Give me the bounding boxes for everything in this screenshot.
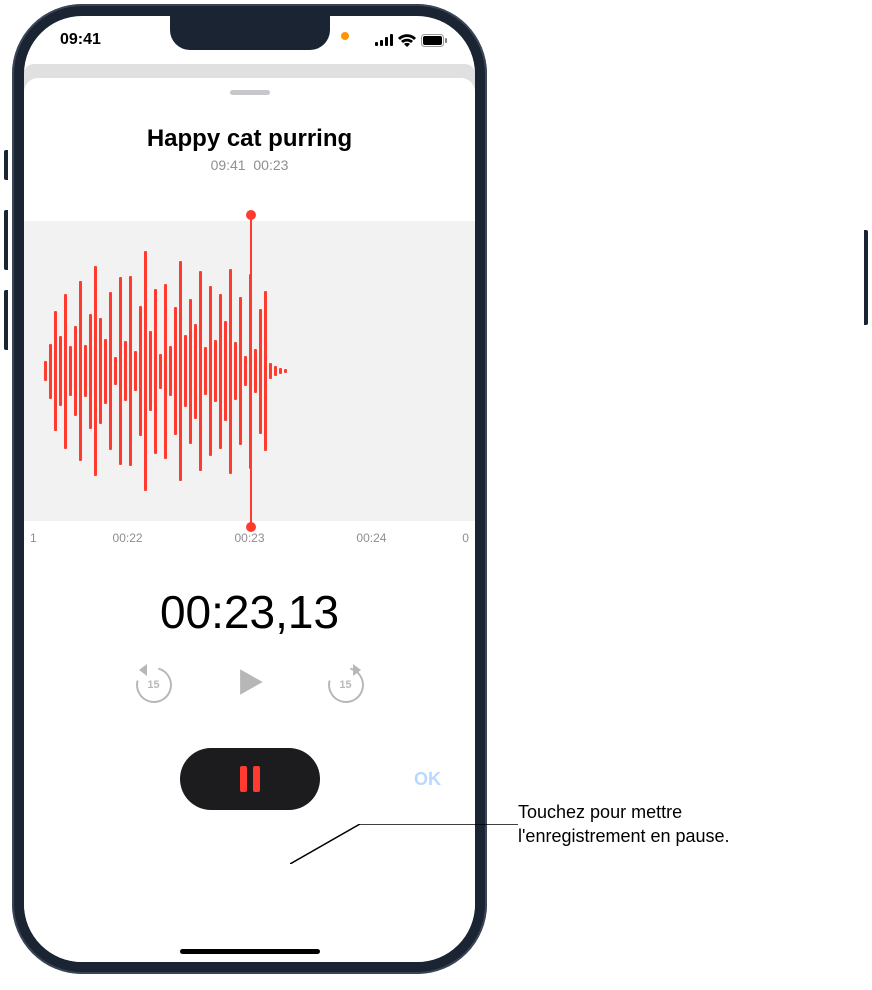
waveform-bar (164, 284, 167, 459)
waveform-bar (194, 324, 197, 419)
playhead[interactable] (250, 215, 252, 527)
recording-sheet: Happy cat purring 09:41 00:23 1 00:22 00… (24, 78, 475, 962)
recording-title[interactable]: Happy cat purring (147, 125, 352, 153)
skip-back-15-button[interactable]: 15 (135, 666, 173, 704)
waveform-bar (129, 276, 132, 466)
waveform-area[interactable] (24, 221, 475, 521)
waveform-bar (84, 345, 87, 397)
waveform-bar (154, 289, 157, 454)
waveform-bar (109, 292, 112, 450)
waveform-bar (44, 361, 47, 381)
sheet-grabber[interactable] (230, 90, 270, 95)
waveform-bar (94, 266, 97, 476)
waveform-bar (74, 326, 77, 416)
phone-screen: 09:41 Happy cat purring 09:41 00:23 1 00… (24, 16, 475, 962)
timeline-label: 0 (432, 531, 469, 545)
waveform-bar (149, 331, 152, 411)
status-right (375, 34, 447, 47)
cellular-icon (375, 34, 393, 46)
waveform-bar (274, 366, 277, 376)
status-time: 09:41 (60, 31, 101, 49)
waveform-bar (244, 356, 247, 386)
done-button[interactable]: OK (414, 769, 441, 790)
waveform-bar (264, 291, 267, 451)
waveform-bar (199, 271, 202, 471)
timeline-label: 00:24 (310, 531, 432, 545)
waveform-bar (204, 347, 207, 395)
recording-time: 09:41 (211, 157, 246, 173)
battery-icon (421, 34, 447, 47)
timeline-label: 1 (30, 531, 67, 545)
callout-text: Touchez pour mettre l'enregistrement en … (518, 800, 730, 849)
bottom-row: OK (24, 748, 475, 810)
skip-forward-value: 15 (339, 679, 351, 691)
waveform-bar (134, 351, 137, 391)
volume-switch (4, 150, 8, 180)
waveform-bar (119, 277, 122, 465)
waveform-bar (139, 306, 142, 436)
recording-meta: 09:41 00:23 (211, 157, 289, 173)
waveform-bar (169, 346, 172, 396)
waveform-bar (279, 368, 282, 374)
skip-forward-15-button[interactable]: 15 (327, 666, 365, 704)
waveform-bar (224, 321, 227, 421)
waveform-bar (124, 341, 127, 401)
waveform-bar (114, 357, 117, 385)
recording-duration: 00:23 (253, 157, 288, 173)
skip-back-value: 15 (147, 679, 159, 691)
elapsed-timer: 00:23,13 (160, 585, 339, 639)
waveform-bar (64, 294, 67, 449)
waveform-bar (59, 336, 62, 406)
waveform-bar (219, 294, 222, 449)
notch (170, 16, 330, 50)
volume-down (4, 290, 8, 350)
pause-icon (240, 766, 260, 792)
waveform-bar (184, 335, 187, 407)
timeline-label: 00:23 (189, 531, 311, 545)
power-button (864, 230, 868, 325)
play-button[interactable] (233, 665, 267, 704)
callout-line1: Touchez pour mettre (518, 802, 682, 822)
waveform-bar (54, 311, 57, 431)
waveform-bar (239, 297, 242, 445)
waveform-bar (79, 281, 82, 461)
waveform-bar (174, 307, 177, 435)
waveform-bar (269, 363, 272, 379)
waveform-bar (49, 344, 52, 399)
waveform-bar (234, 342, 237, 400)
waveform-bar (259, 309, 262, 434)
waveform-bar (284, 369, 287, 373)
pause-recording-button[interactable] (180, 748, 320, 810)
waveform-bar (99, 318, 102, 424)
timeline-label: 00:22 (67, 531, 189, 545)
callout-line2: l'enregistrement en pause. (518, 826, 730, 846)
play-icon (233, 665, 267, 699)
volume-up (4, 210, 8, 270)
waveform-bar (104, 339, 107, 404)
home-indicator[interactable] (180, 949, 320, 954)
phone-frame: 09:41 Happy cat purring 09:41 00:23 1 00… (12, 4, 487, 974)
waveform-bar (179, 261, 182, 481)
waveform-bar (189, 299, 192, 444)
waveform-bar (144, 251, 147, 491)
waveform-bar (209, 286, 212, 456)
recording-indicator-dot (341, 32, 349, 40)
wifi-icon (398, 34, 416, 47)
playback-controls: 15 15 (135, 665, 365, 704)
waveform-bar (229, 269, 232, 474)
waveform-bar (69, 346, 72, 396)
waveform-bar (254, 349, 257, 393)
waveform-bar (159, 354, 162, 389)
waveform-bar (89, 314, 92, 429)
waveform-bar (214, 340, 217, 402)
